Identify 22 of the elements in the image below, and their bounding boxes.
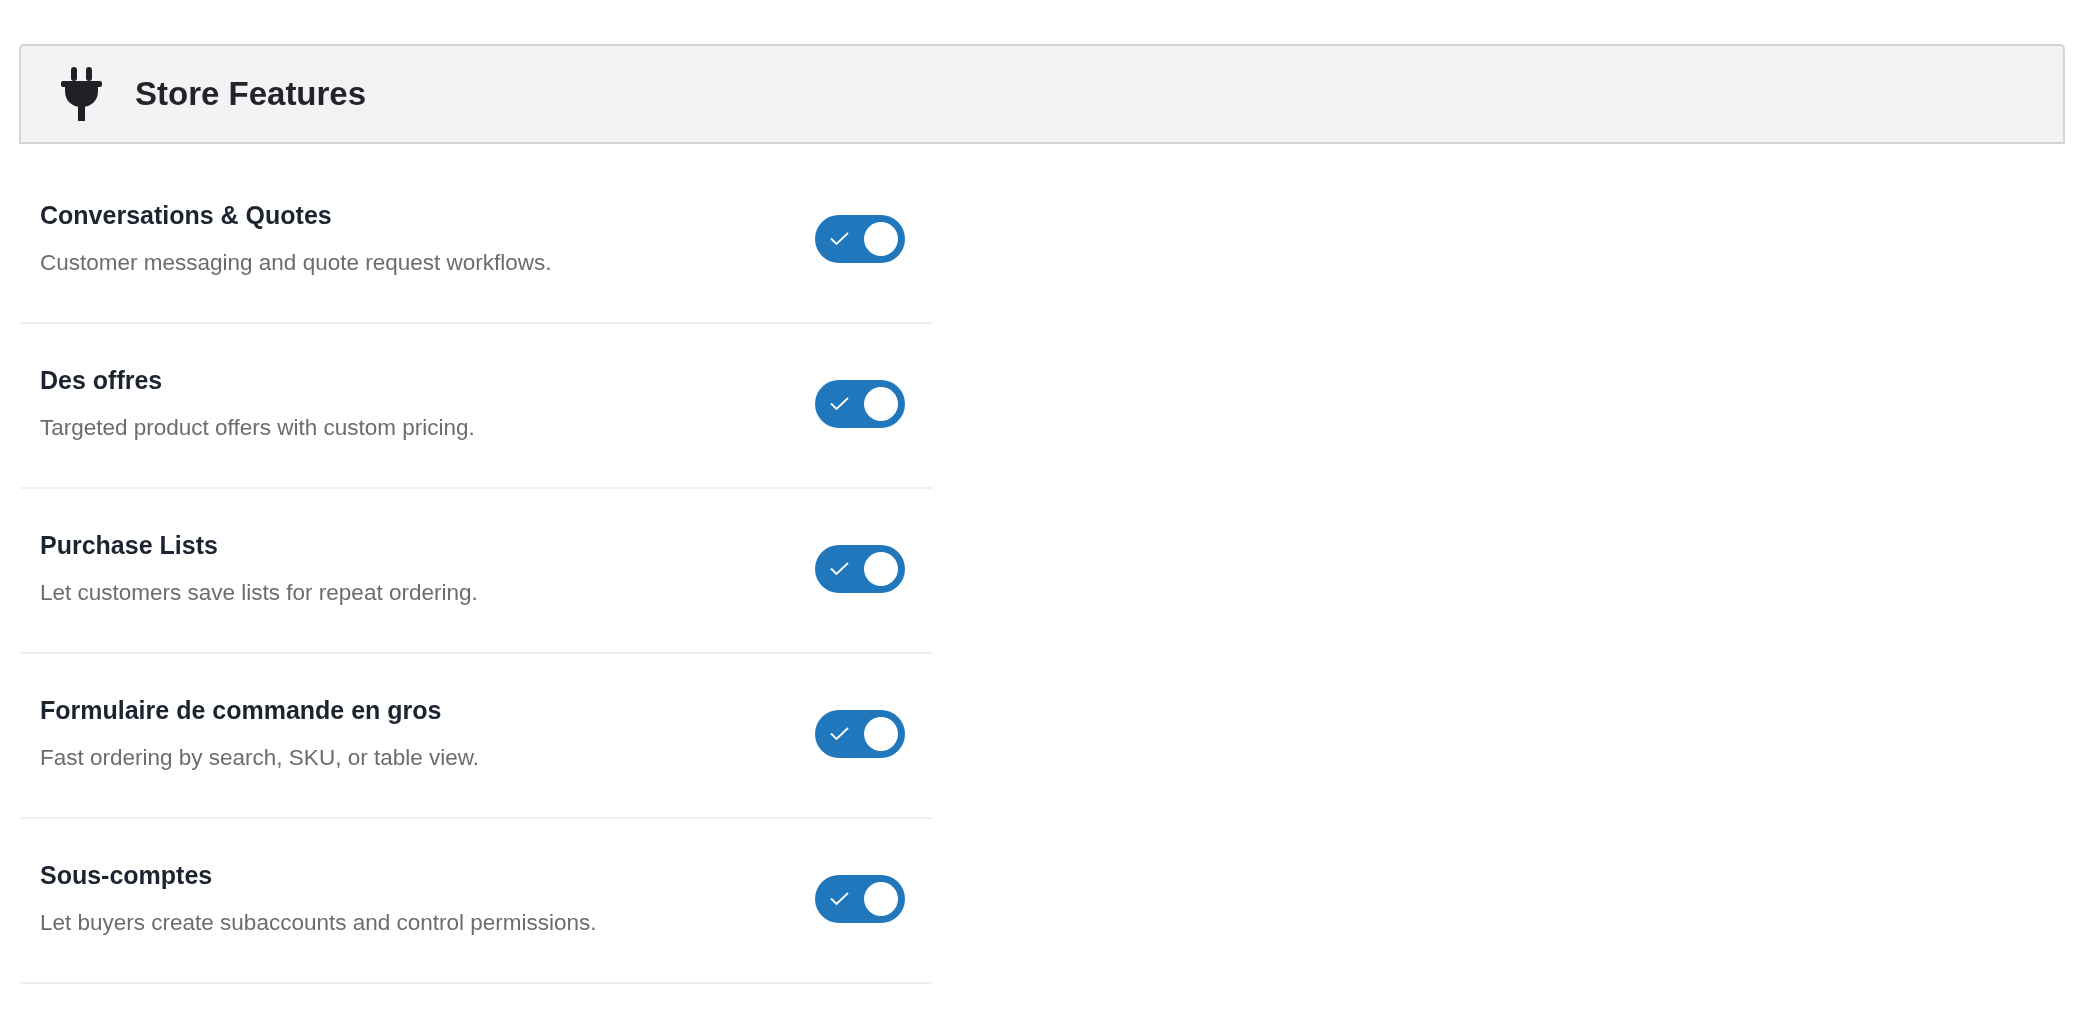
- feature-title: Formulaire de commande en gros: [40, 695, 442, 726]
- check-icon: [830, 397, 849, 410]
- check-icon: [830, 232, 849, 245]
- feature-title: Conversations & Quotes: [40, 200, 332, 231]
- section-title: Store Features: [135, 75, 367, 113]
- feature-title: Purchase Lists: [40, 530, 218, 561]
- feature-toggle[interactable]: [815, 710, 905, 758]
- feature-description: Targeted product offers with custom pricing.: [40, 414, 475, 442]
- feature-title: Des offres: [40, 365, 163, 396]
- feature-description: Let buyers create subaccounts and control permissions.: [40, 909, 597, 937]
- feature-description: Let customers save lists for repeat ordering.: [40, 579, 478, 607]
- plug-icon: [61, 67, 102, 121]
- feature-toggle[interactable]: [815, 875, 905, 923]
- feature-toggle[interactable]: [815, 380, 905, 428]
- feature-description: Customer messaging and quote request workflows.: [40, 249, 552, 277]
- check-icon: [830, 727, 849, 740]
- check-icon: [830, 892, 849, 905]
- feature-toggle[interactable]: [815, 215, 905, 263]
- feature-title: Sous-comptes: [40, 860, 213, 891]
- feature-toggle[interactable]: [815, 545, 905, 593]
- feature-description: Fast ordering by search, SKU, or table view.: [40, 744, 479, 772]
- check-icon: [830, 562, 849, 575]
